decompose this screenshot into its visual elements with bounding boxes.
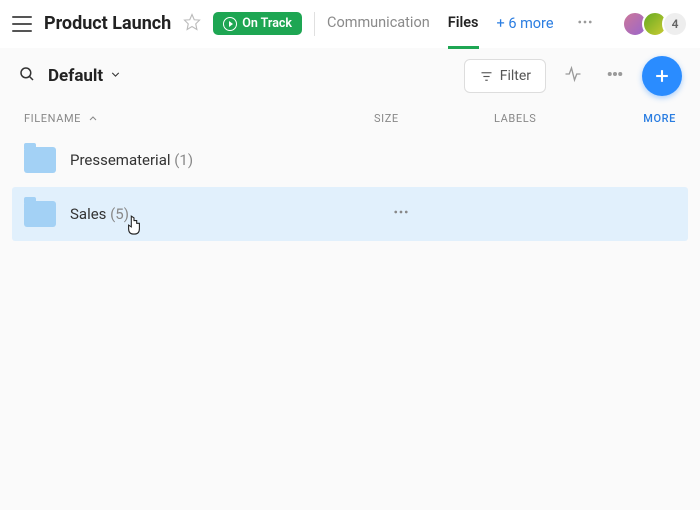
table-row[interactable]: Pressematerial (1) <box>12 133 688 187</box>
column-filename[interactable]: Filename <box>24 112 374 125</box>
sort-asc-icon <box>87 113 99 125</box>
toolbar-overflow-icon[interactable] <box>600 59 630 93</box>
table-row[interactable]: Sales (5) <box>12 187 688 241</box>
tab-files[interactable]: Files <box>448 14 479 33</box>
tabs-overflow-icon[interactable] <box>572 13 598 35</box>
row-actions-icon[interactable] <box>392 203 410 225</box>
star-icon[interactable] <box>183 13 201 35</box>
top-bar: Product Launch On Track Communication Fi… <box>0 0 700 48</box>
tabs: Communication Files + 6 more <box>327 13 598 35</box>
file-list: Pressematerial (1) Sales (5) <box>0 133 700 505</box>
view-selector[interactable]: Default <box>48 66 122 86</box>
activity-icon[interactable] <box>558 59 588 93</box>
view-name-label: Default <box>48 66 103 86</box>
file-name: Sales (5) <box>70 205 129 223</box>
search-icon[interactable] <box>18 65 36 87</box>
file-name: Pressematerial (1) <box>70 151 193 169</box>
chevron-down-icon <box>109 66 122 86</box>
column-size[interactable]: Size <box>374 112 494 125</box>
avatar-stack[interactable]: 4 <box>628 11 688 37</box>
tab-communication[interactable]: Communication <box>327 14 430 33</box>
column-labels[interactable]: Labels <box>494 112 614 125</box>
filter-icon <box>479 69 494 84</box>
filter-button[interactable]: Filter <box>464 59 546 93</box>
filter-label: Filter <box>500 68 531 84</box>
status-label: On Track <box>242 16 292 31</box>
divider <box>314 12 315 36</box>
column-more[interactable]: MORE <box>643 112 676 125</box>
status-button[interactable]: On Track <box>213 12 302 35</box>
folder-icon <box>24 147 56 173</box>
table-header: Filename Size Labels MORE <box>0 104 700 133</box>
folder-icon <box>24 201 56 227</box>
avatar-overflow-count[interactable]: 4 <box>662 11 688 37</box>
content-area: Default Filter Filename Size Labels MORE <box>0 48 700 510</box>
toolbar: Default Filter <box>0 48 700 104</box>
project-title[interactable]: Product Launch <box>44 13 171 34</box>
column-filename-label: Filename <box>24 112 81 125</box>
menu-icon[interactable] <box>12 16 32 32</box>
play-icon <box>223 17 237 31</box>
tabs-more[interactable]: + 6 more <box>497 15 554 32</box>
add-button[interactable] <box>642 56 682 96</box>
